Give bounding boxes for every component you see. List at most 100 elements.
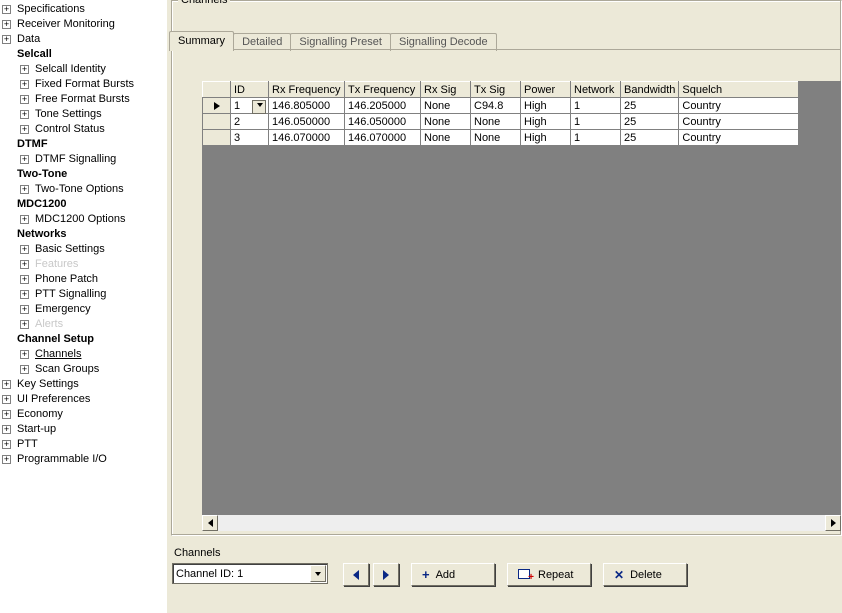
tree-item-receiver-monitoring[interactable]: +Receiver Monitoring (2, 17, 166, 32)
cell[interactable]: High (521, 114, 571, 130)
tree-item-selcall-identity[interactable]: +Selcall Identity (2, 62, 166, 77)
expand-icon[interactable]: + (20, 95, 29, 104)
row-header[interactable] (203, 130, 231, 146)
tree-item-two-tone[interactable]: Two-Tone (2, 167, 166, 182)
tree-item-networks[interactable]: Networks (2, 227, 166, 242)
cell[interactable]: 1 (571, 98, 621, 114)
col-header-rx-frequency[interactable]: Rx Frequency (269, 82, 345, 98)
cell[interactable]: 146.050000 (345, 114, 421, 130)
cell[interactable]: 146.050000 (269, 114, 345, 130)
cell[interactable]: None (421, 114, 471, 130)
col-header-network[interactable]: Network (571, 82, 621, 98)
tree-item-programmable-i-o[interactable]: +Programmable I/O (2, 452, 166, 467)
scroll-track[interactable] (218, 515, 825, 531)
cell[interactable]: None (471, 130, 521, 146)
expand-icon[interactable]: + (2, 5, 11, 14)
tree-item-selcall[interactable]: Selcall (2, 47, 166, 62)
cell[interactable]: 3 (231, 130, 269, 146)
cell[interactable]: None (471, 114, 521, 130)
cell[interactable]: 146.070000 (345, 130, 421, 146)
cell[interactable]: High (521, 98, 571, 114)
tree-item-ui-preferences[interactable]: +UI Preferences (2, 392, 166, 407)
cell[interactable]: Country (679, 130, 799, 146)
scroll-left-button[interactable] (202, 515, 218, 531)
table-row[interactable]: 2146.050000146.050000NoneNoneHigh125Coun… (203, 114, 799, 130)
expand-icon[interactable]: + (2, 440, 11, 449)
tree-item-ptt[interactable]: +PTT (2, 437, 166, 452)
tree-item-fixed-format-bursts[interactable]: +Fixed Format Bursts (2, 77, 166, 92)
col-header-rx-sig[interactable]: Rx Sig (421, 82, 471, 98)
tree-item-basic-settings[interactable]: +Basic Settings (2, 242, 166, 257)
row-header[interactable] (203, 98, 231, 114)
add-button[interactable]: + Add (411, 563, 495, 586)
expand-icon[interactable]: + (20, 275, 29, 284)
cell[interactable]: 1 (571, 114, 621, 130)
grid-h-scrollbar[interactable] (202, 515, 841, 531)
tree-item-dtmf-signalling[interactable]: +DTMF Signalling (2, 152, 166, 167)
tree-item-two-tone-options[interactable]: +Two-Tone Options (2, 182, 166, 197)
expand-icon[interactable]: + (20, 305, 29, 314)
table-row[interactable]: 1146.805000146.205000NoneC94.8High125Cou… (203, 98, 799, 114)
scroll-right-button[interactable] (825, 515, 841, 531)
col-header-bandwidth[interactable]: Bandwidth (621, 82, 679, 98)
tree-item-free-format-bursts[interactable]: +Free Format Bursts (2, 92, 166, 107)
expand-icon[interactable]: + (2, 410, 11, 419)
expand-icon[interactable]: + (20, 245, 29, 254)
expand-icon[interactable]: + (2, 455, 11, 464)
expand-icon[interactable]: + (20, 215, 29, 224)
cell[interactable]: 1 (571, 130, 621, 146)
expand-icon[interactable]: + (20, 65, 29, 74)
cell[interactable]: 1 (231, 98, 269, 114)
expand-icon[interactable]: + (20, 350, 29, 359)
tree-item-data[interactable]: +Data (2, 32, 166, 47)
tree-item-channel-setup[interactable]: Channel Setup (2, 332, 166, 347)
channel-id-combo[interactable]: Channel ID: 1 (172, 563, 328, 584)
cell[interactable]: C94.8 (471, 98, 521, 114)
cell[interactable]: 25 (621, 130, 679, 146)
tree-item-alerts[interactable]: +Alerts (2, 317, 166, 332)
expand-icon[interactable]: + (2, 35, 11, 44)
col-header-power[interactable]: Power (521, 82, 571, 98)
expand-icon[interactable]: + (20, 365, 29, 374)
tree-item-emergency[interactable]: +Emergency (2, 302, 166, 317)
grid-viewport[interactable]: IDRx FrequencyTx FrequencyRx SigTx SigPo… (202, 81, 841, 515)
expand-icon[interactable]: + (20, 185, 29, 194)
cell[interactable]: 25 (621, 98, 679, 114)
delete-button[interactable]: ✕ Delete (603, 563, 687, 586)
tree-item-mdc1200[interactable]: MDC1200 (2, 197, 166, 212)
expand-icon[interactable]: + (2, 425, 11, 434)
cell[interactable]: Country (679, 114, 799, 130)
col-header-id[interactable]: ID (231, 82, 269, 98)
expand-icon[interactable]: + (20, 260, 29, 269)
chevron-down-icon[interactable] (257, 103, 263, 107)
tree-item-tone-settings[interactable]: +Tone Settings (2, 107, 166, 122)
cell[interactable]: None (421, 98, 471, 114)
cell[interactable]: 146.070000 (269, 130, 345, 146)
prev-channel-button[interactable] (343, 563, 369, 586)
tree-item-control-status[interactable]: +Control Status (2, 122, 166, 137)
tree-item-ptt-signalling[interactable]: +PTT Signalling (2, 287, 166, 302)
expand-icon[interactable]: + (2, 395, 11, 404)
tree-item-dtmf[interactable]: DTMF (2, 137, 166, 152)
tree-item-phone-patch[interactable]: +Phone Patch (2, 272, 166, 287)
cell[interactable]: 2 (231, 114, 269, 130)
channels-grid[interactable]: IDRx FrequencyTx FrequencyRx SigTx SigPo… (202, 81, 799, 146)
tab-summary[interactable]: Summary (169, 31, 234, 51)
tree-item-economy[interactable]: +Economy (2, 407, 166, 422)
combo-dropdown-button[interactable] (310, 565, 326, 582)
tree-item-key-settings[interactable]: +Key Settings (2, 377, 166, 392)
tree-item-start-up[interactable]: +Start-up (2, 422, 166, 437)
table-row[interactable]: 3146.070000146.070000NoneNoneHigh125Coun… (203, 130, 799, 146)
expand-icon[interactable]: + (2, 380, 11, 389)
cell[interactable]: 146.205000 (345, 98, 421, 114)
expand-icon[interactable]: + (20, 80, 29, 89)
expand-icon[interactable]: + (20, 320, 29, 329)
expand-icon[interactable]: + (20, 155, 29, 164)
tree-item-specifications[interactable]: +Specifications (2, 2, 166, 17)
tree-item-features[interactable]: +Features (2, 257, 166, 272)
cell[interactable]: High (521, 130, 571, 146)
col-header-squelch[interactable]: Squelch (679, 82, 799, 98)
cell[interactable]: Country (679, 98, 799, 114)
tree-item-scan-groups[interactable]: +Scan Groups (2, 362, 166, 377)
tree-item-mdc1200-options[interactable]: +MDC1200 Options (2, 212, 166, 227)
